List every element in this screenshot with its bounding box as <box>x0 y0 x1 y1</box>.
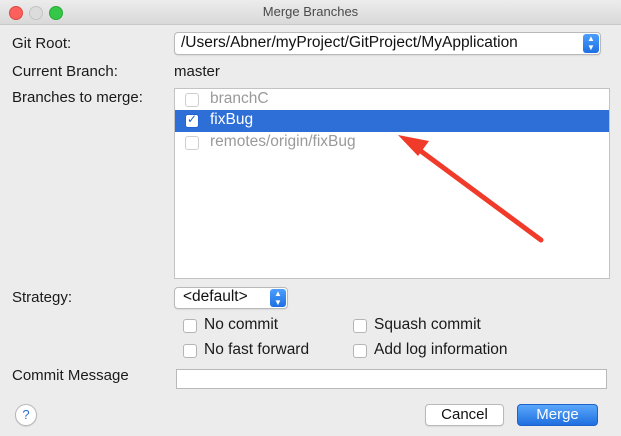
select-stepper-icon: ▲ ▼ <box>583 34 599 53</box>
squash-commit-checkbox[interactable] <box>353 319 367 333</box>
add-log-information-checkbox[interactable] <box>353 344 367 358</box>
merge-branches-dialog: Merge Branches Git Root: /Users/Abner/my… <box>0 0 621 436</box>
git-root-value: /Users/Abner/myProject/GitProject/MyAppl… <box>181 34 518 51</box>
branch-checkbox-branchc[interactable] <box>185 93 199 107</box>
current-branch-label: Current Branch: <box>12 63 118 80</box>
no-fast-forward-checkbox[interactable] <box>183 344 197 358</box>
current-branch-value: master <box>174 63 220 80</box>
add-log-information-label: Add log information <box>374 341 508 358</box>
branch-item-remotes-origin-fixbug[interactable]: remotes/origin/fixBug <box>175 132 609 154</box>
git-root-label: Git Root: <box>12 35 72 52</box>
branch-item-fixbug[interactable]: ✓ fixBug <box>175 110 609 132</box>
cancel-button[interactable]: Cancel <box>425 404 504 426</box>
git-root-select[interactable]: /Users/Abner/myProject/GitProject/MyAppl… <box>174 32 601 55</box>
branch-checkbox-fixbug[interactable]: ✓ <box>185 112 199 128</box>
title-bar: Merge Branches <box>0 0 621 25</box>
help-button[interactable]: ? <box>15 404 37 426</box>
branch-item-branchc[interactable]: branchC <box>175 89 609 111</box>
branch-label: fixBug <box>210 111 254 128</box>
no-commit-checkbox[interactable] <box>183 319 197 333</box>
checkmark-icon: ✓ <box>187 112 198 126</box>
no-commit-label: No commit <box>204 316 279 333</box>
strategy-label: Strategy: <box>12 289 73 306</box>
commit-message-input[interactable] <box>176 369 607 389</box>
strategy-select[interactable]: <default> ▲ ▼ <box>174 287 288 309</box>
branches-list[interactable]: branchC ✓ fixBug remotes/origin/fixBug <box>174 88 610 279</box>
select-stepper-icon: ▲ ▼ <box>270 289 286 307</box>
commit-message-label: Commit Message <box>12 367 129 384</box>
squash-commit-label: Squash commit <box>374 316 481 333</box>
branch-checkbox-remotes-origin-fixbug[interactable] <box>185 136 199 150</box>
window-title: Merge Branches <box>262 4 359 19</box>
branch-label: branchC <box>210 90 269 107</box>
strategy-value: <default> <box>183 288 248 305</box>
branches-to-merge-label: Branches to merge: <box>12 89 143 106</box>
no-fast-forward-label: No fast forward <box>204 341 310 358</box>
branch-label: remotes/origin/fixBug <box>210 133 356 150</box>
merge-button[interactable]: Merge <box>517 404 598 426</box>
